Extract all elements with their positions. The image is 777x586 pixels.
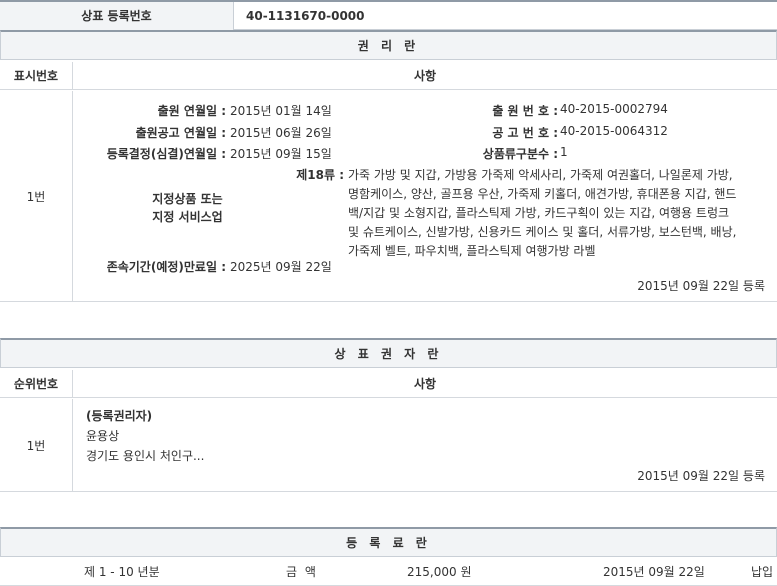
owner-column-header: 순위번호 사항 [0,370,777,398]
goods-line: 가죽 가방 및 지갑, 가방용 가죽제 악세사리, 가죽제 여권홀더, 나일론제… [348,168,733,182]
registration-decision-date-label: 등록결정(심결)연월일 : [106,147,226,161]
registration-number-header: 상표 등록번호 40-1131670-0000 [0,0,777,30]
designated-goods-list: 가죽 가방 및 지갑, 가방용 가죽제 악세사리, 가죽제 여권홀더, 나일론제… [348,166,772,261]
owner-name: 윤용상 [86,429,120,443]
class-count: 1 [560,145,568,159]
fee-amount: 215,000 원 [407,565,472,579]
display-number-header: 표시번호 [0,62,73,90]
owner-matter-header: 사항 [413,377,437,391]
expiry-date-label: 존속기간(예정)만료일 : [106,260,226,274]
fee-status: 납입 [751,565,774,579]
goods-line: 및 슈트케이스, 신발가방, 신용카드 케이스 및 홀더, 서류가방, 보스턴백… [348,225,737,239]
owner-registered-date: 2015년 09월 22일 등록 [637,469,765,483]
publication-date-label: 출원공고 연월일 : [135,126,226,140]
rights-column-header: 표시번호 사항 [0,62,777,90]
goods-line: 백/지갑 및 소형지갑, 플라스틱제 가방, 카드구획이 있는 지갑, 여행용 … [348,206,730,220]
rights-row: 1번 출원 연월일 : 2015년 01월 14일 출 원 번 호 : 40-2… [0,91,777,302]
rights-section-title: 권 리 란 [0,30,777,60]
goods-line: 가죽제 벨트, 파우치백, 플라스틱제 여행가방 라벨 [348,244,596,258]
publication-date: 2015년 06월 26일 [230,126,332,140]
registration-decision-date: 2015년 09월 15일 [230,147,332,161]
fee-period: 제 1 - 10 년분 [84,565,160,579]
application-number: 40-2015-0002794 [560,102,668,116]
fee-payment-date: 2015년 09월 22일 [603,565,705,579]
expiry-date: 2025년 09월 22일 [230,260,332,274]
publication-number-label: 공 고 번 호 : [492,126,558,140]
fee-row: 제 1 - 10 년분 금 액 215,000 원 2015년 09월 22일 … [0,557,777,586]
application-date-label: 출원 연월일 : [157,104,226,118]
class-count-label: 상품류구분수 : [482,147,558,161]
matter-header: 사항 [413,69,437,83]
designated-goods-label-line-1: 지정상품 또는 [152,192,223,206]
designated-goods-label: 지정상품 또는 지정 서비스업 [130,190,245,226]
class-18-label: 제18류 : [296,168,344,182]
registration-number-label: 상표 등록번호 [0,2,234,30]
rank-number-header: 순위번호 [0,370,73,398]
designated-goods-label-line-2: 지정 서비스업 [152,210,223,224]
rights-registered-date: 2015년 09월 22일 등록 [637,279,765,293]
registration-number-value: 40-1131670-0000 [246,9,365,23]
owner-address: 경기도 용인시 처인구... [86,449,205,463]
owner-section-title: 상 표 권 자 란 [0,338,777,368]
application-number-label: 출 원 번 호 : [492,104,558,118]
rights-row-number: 1번 [0,91,73,301]
publication-number: 40-2015-0064312 [560,124,668,138]
owner-heading: (등록권리자) [86,409,153,423]
fee-amount-label: 금 액 [286,565,318,579]
fee-section-title: 등 록 료 란 [0,527,777,557]
owner-row: 1번 (등록권리자) 윤용상 경기도 용인시 처인구... 2015년 09월 … [0,399,777,492]
goods-line: 명함케이스, 양산, 골프용 우산, 가죽제 키홀더, 애견가방, 휴대폰용 지… [348,187,737,201]
owner-row-number: 1번 [0,399,73,491]
application-date: 2015년 01월 14일 [230,104,332,118]
